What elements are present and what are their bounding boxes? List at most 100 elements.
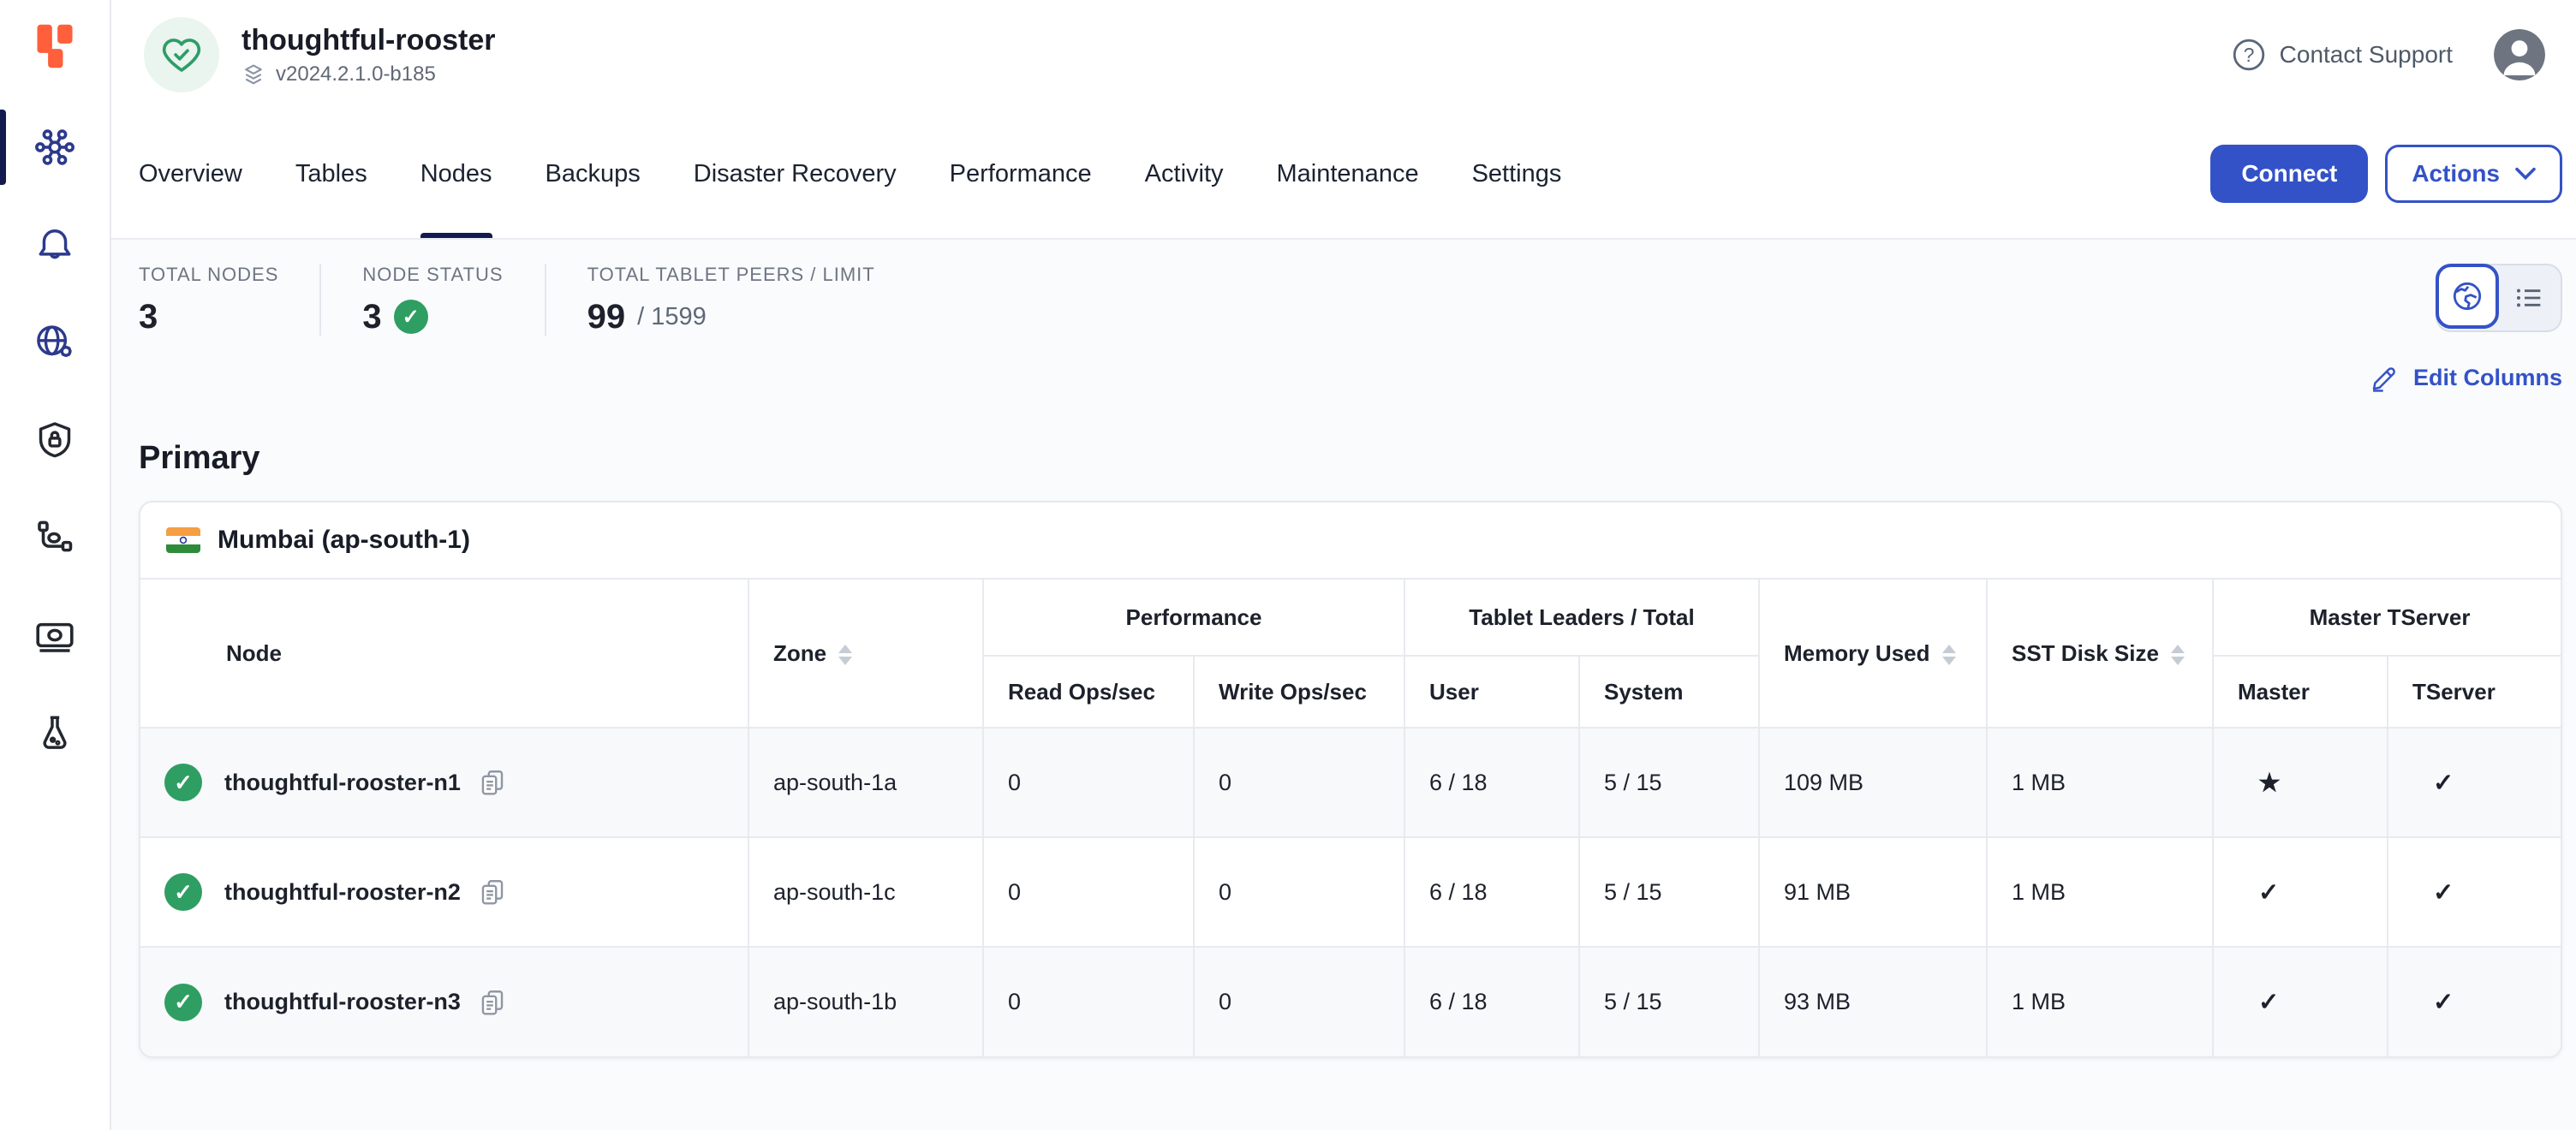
sst-disk-size: 1 MB <box>1987 947 2213 1056</box>
table-row[interactable]: ✓ thoughtful-rooster-n2 <box>140 837 2562 947</box>
write-ops: 0 <box>1194 728 1404 837</box>
region-card: Mumbai (ap-south-1) Node Zone <box>139 501 2562 1058</box>
sort-icon[interactable] <box>838 645 852 665</box>
user-avatar[interactable] <box>2494 29 2545 80</box>
region-header: Mumbai (ap-south-1) <box>140 503 2561 578</box>
cluster-version-row: v2024.2.1.0-b185 <box>242 62 496 86</box>
node-zone: ap-south-1c <box>748 837 983 947</box>
topbar: thoughtful-rooster v2024.2.1.0-b185 ? <box>111 0 2576 110</box>
stats-row: TOTAL NODES 3 NODE STATUS 3 ✓ TOTAL TABL… <box>139 240 2562 336</box>
memory-used: 109 MB <box>1759 728 1987 837</box>
sidebar-item-clusters[interactable] <box>0 113 110 181</box>
copy-icon[interactable] <box>478 768 507 797</box>
tab-list: Overview Tables Nodes Backups Disaster R… <box>139 110 1561 238</box>
stat-label: NODE STATUS <box>362 264 503 286</box>
node-healthy-icon: ✓ <box>164 984 202 1021</box>
map-view-toggle[interactable] <box>2436 264 2499 329</box>
tablet-user: 6 / 18 <box>1404 728 1579 837</box>
group-header-master-tserver: Master TServer <box>2213 579 2562 656</box>
tab-performance[interactable]: Performance <box>950 110 1092 238</box>
tab-activity[interactable]: Activity <box>1145 110 1224 238</box>
read-ops: 0 <box>983 947 1194 1056</box>
write-ops: 0 <box>1194 837 1404 947</box>
yugabyte-logo-icon[interactable] <box>29 21 80 72</box>
col-header-master: Master <box>2213 656 2388 728</box>
nav-buttons: Connect Actions <box>2210 145 2562 203</box>
edit-columns-button[interactable]: Edit Columns <box>2370 363 2562 392</box>
col-header-memory[interactable]: Memory Used <box>1759 579 1987 728</box>
tab-backups[interactable]: Backups <box>546 110 641 238</box>
tserver-mark: ✓ <box>2388 947 2562 1056</box>
sidebar-item-security[interactable] <box>0 406 110 474</box>
india-flag-icon <box>166 527 200 553</box>
memory-used: 93 MB <box>1759 947 1987 1056</box>
tab-overview[interactable]: Overview <box>139 110 242 238</box>
sidebar-item-alerts[interactable] <box>0 211 110 279</box>
col-header-system: System <box>1579 656 1759 728</box>
tablet-system: 5 / 15 <box>1579 728 1759 837</box>
globe-icon <box>2449 278 2485 314</box>
user-icon <box>2494 29 2545 80</box>
tab-tables[interactable]: Tables <box>295 110 367 238</box>
node-name: thoughtful-rooster-n2 <box>224 879 461 906</box>
read-ops: 0 <box>983 728 1194 837</box>
sidebar-item-network[interactable] <box>0 308 110 377</box>
flask-icon <box>33 711 77 755</box>
cluster-hub-icon <box>32 124 78 170</box>
tab-disaster-recovery[interactable]: Disaster Recovery <box>694 110 897 238</box>
node-name: thoughtful-rooster-n3 <box>224 989 461 1015</box>
actions-button[interactable]: Actions <box>2385 145 2562 203</box>
contact-support-button[interactable]: ? Contact Support <box>2232 38 2453 72</box>
main-area: thoughtful-rooster v2024.2.1.0-b185 ? <box>111 0 2576 1130</box>
sort-icon[interactable] <box>2171 645 2185 665</box>
stat-limit: / 1599 <box>637 303 707 331</box>
node-zone: ap-south-1b <box>748 947 983 1056</box>
tablet-system: 5 / 15 <box>1579 837 1759 947</box>
section-title: Primary <box>139 440 2562 477</box>
tserver-mark: ✓ <box>2388 728 2562 837</box>
sidebar-item-integrations[interactable] <box>0 503 110 572</box>
svg-text:?: ? <box>2243 44 2254 66</box>
stat-value: 99 <box>587 298 626 336</box>
nodes-page: TOTAL NODES 3 NODE STATUS 3 ✓ TOTAL TABL… <box>111 240 2576 1130</box>
tab-settings[interactable]: Settings <box>1472 110 1562 238</box>
col-header-zone[interactable]: Zone <box>748 579 983 728</box>
table-row[interactable]: ✓ thoughtful-rooster-n3 <box>140 947 2562 1056</box>
cluster-health-badge <box>144 17 219 92</box>
region-title: Mumbai (ap-south-1) <box>218 526 470 555</box>
connect-button[interactable]: Connect <box>2210 145 2368 203</box>
help-icon: ? <box>2232 38 2266 72</box>
tab-nodes[interactable]: Nodes <box>420 110 492 238</box>
sort-icon[interactable] <box>1942 645 1956 665</box>
workflow-icon <box>32 514 78 561</box>
tserver-mark: ✓ <box>2388 837 2562 947</box>
cluster-name: thoughtful-rooster <box>242 23 496 57</box>
status-ok-icon: ✓ <box>394 300 428 334</box>
sidebar-item-labs[interactable] <box>0 699 110 767</box>
group-header-tablet-leaders: Tablet Leaders / Total <box>1404 579 1759 656</box>
nodes-table: Node Zone Performance Tablet Leaders / T… <box>140 578 2562 1056</box>
contact-support-label: Contact Support <box>2280 41 2453 68</box>
read-ops: 0 <box>983 837 1194 947</box>
sidebar-item-billing[interactable] <box>0 601 110 669</box>
copy-icon[interactable] <box>478 877 507 907</box>
tab-maintenance[interactable]: Maintenance <box>1277 110 1419 238</box>
cluster-version: v2024.2.1.0-b185 <box>276 62 436 86</box>
table-row[interactable]: ✓ thoughtful-rooster-n1 <box>140 728 2562 837</box>
cluster-nav: Overview Tables Nodes Backups Disaster R… <box>111 110 2576 240</box>
sst-disk-size: 1 MB <box>1987 728 2213 837</box>
edit-columns-label: Edit Columns <box>2413 365 2562 391</box>
topbar-right: ? Contact Support <box>2232 29 2545 80</box>
node-healthy-icon: ✓ <box>164 764 202 801</box>
col-header-sst[interactable]: SST Disk Size <box>1987 579 2213 728</box>
memory-used: 91 MB <box>1759 837 1987 947</box>
stat-value: 3 <box>362 298 381 336</box>
sidebar <box>0 0 111 1130</box>
node-name: thoughtful-rooster-n1 <box>224 770 461 796</box>
globe-gear-icon <box>32 319 78 366</box>
copy-icon[interactable] <box>478 988 507 1017</box>
list-view-toggle[interactable] <box>2497 265 2561 330</box>
col-header-node: Node <box>140 579 748 728</box>
master-mark: ★ <box>2213 728 2388 837</box>
cluster-title-block: thoughtful-rooster v2024.2.1.0-b185 <box>242 23 496 86</box>
